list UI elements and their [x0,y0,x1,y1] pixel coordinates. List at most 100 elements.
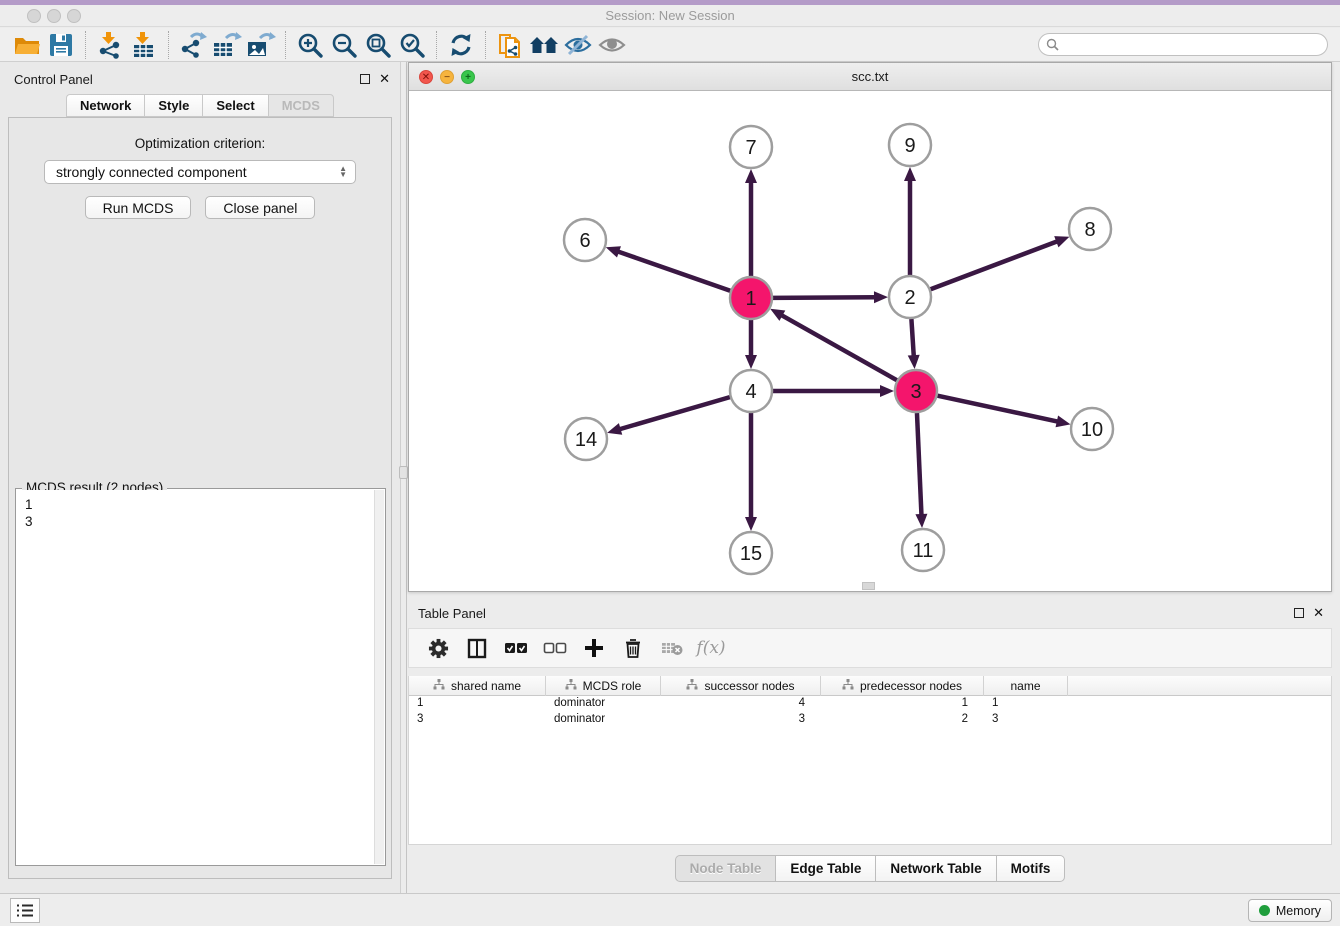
optimization-label: Optimization criterion: [9,136,391,151]
vertical-splitter[interactable] [400,62,407,893]
delete-column-icon[interactable] [621,636,645,660]
open-session-icon[interactable] [10,30,44,60]
tab-network[interactable]: Network [66,94,144,117]
hide-selection-icon[interactable] [561,30,595,60]
table-panel: Table Panel ✕ [408,600,1332,893]
tab-node-table[interactable]: Node Table [675,855,776,882]
edge-1-2[interactable] [773,297,876,298]
network-canvas[interactable]: 1234678910111415 [409,91,1331,591]
memory-button[interactable]: Memory [1248,899,1332,922]
save-session-icon[interactable] [44,30,78,60]
table-panel-title: Table Panel [418,606,486,621]
table-row[interactable]: 1dominator411 [409,696,1331,712]
show-all-icon[interactable] [595,30,629,60]
criterion-select[interactable]: strongly connected component ▲▼ [44,160,356,184]
column-header-shared-name[interactable]: shared name [409,676,546,696]
column-label: name [1010,679,1040,693]
column-header-successor-nodes[interactable]: successor nodes [661,676,821,696]
tab-motifs[interactable]: Motifs [996,855,1066,882]
arrowhead [874,291,888,303]
edge-2-3[interactable] [911,319,913,357]
node-label-6: 6 [579,230,590,252]
zoom-fit-icon[interactable] [361,30,395,60]
import-network-icon[interactable] [93,30,127,60]
copy-network-icon[interactable] [493,30,527,60]
float-panel-icon[interactable] [360,74,370,84]
node-label-1: 1 [745,288,756,310]
control-panel-tabs: NetworkStyleSelectMCDS [0,94,400,117]
result-scrollbar[interactable] [374,490,384,864]
select-all-columns-icon[interactable] [504,636,528,660]
first-neighbors-icon[interactable] [527,30,561,60]
edge-4-14[interactable] [619,397,730,429]
refresh-layout-icon[interactable] [444,30,478,60]
tab-mcds[interactable]: MCDS [268,94,334,117]
table-row[interactable]: 3dominator323 [409,712,1331,728]
unselect-all-columns-icon[interactable] [543,636,567,660]
cell-shared-name[interactable]: 1 [409,696,546,712]
cell-name[interactable]: 3 [984,712,1068,728]
node-label-3: 3 [910,381,921,403]
close-panel-icon[interactable]: ✕ [379,71,390,87]
app-titlebar: Session: New Session [0,5,1340,27]
cell-shared-name[interactable]: 3 [409,712,546,728]
delete-table-icon-disabled [660,636,684,660]
splitter-grip[interactable] [399,466,408,479]
task-history-button[interactable] [10,898,40,923]
cell-predecessor-nodes[interactable]: 2 [821,712,984,728]
mcds-result-group: MCDS result (2 nodes) 13 [15,488,386,866]
tab-edge-table[interactable]: Edge Table [775,855,875,882]
export-network-icon[interactable] [176,30,210,60]
canvas-scroll-grip[interactable] [862,582,875,590]
search-input[interactable] [1038,33,1328,56]
edge-3-1[interactable] [781,315,897,381]
table-settings-gear-icon[interactable] [426,636,450,660]
close-panel-button[interactable]: Close panel [205,196,315,219]
column-header-MCDS-role[interactable]: MCDS role [546,676,661,696]
edge-1-6[interactable] [617,251,730,291]
create-column-icon[interactable] [582,636,606,660]
toolbar-separator [485,31,486,59]
tab-select[interactable]: Select [202,94,267,117]
node-label-14: 14 [575,429,597,451]
sort-hierarchy-icon [686,679,698,693]
cell-name[interactable]: 1 [984,696,1068,712]
edge-3-10[interactable] [938,396,1059,422]
import-table-icon[interactable] [127,30,161,60]
node-label-10: 10 [1081,419,1103,441]
cell-MCDS-role[interactable]: dominator [546,696,661,712]
cell-successor-nodes[interactable]: 4 [661,696,821,712]
cell-MCDS-role[interactable]: dominator [546,712,661,728]
result-line: 1 [25,496,374,513]
column-label: predecessor nodes [860,679,962,693]
node-table: shared nameMCDS rolesuccessor nodes prede… [408,676,1332,845]
control-panel: Control Panel ✕ NetworkStyleSelectMCDS O… [0,62,400,893]
mcds-result-list[interactable]: 13 [17,490,374,864]
column-header-predecessor-nodes[interactable]: predecessor nodes [821,676,984,696]
main-area: Control Panel ✕ NetworkStyleSelectMCDS O… [0,62,1340,893]
cell-predecessor-nodes[interactable]: 1 [821,696,984,712]
edge-3-11[interactable] [917,413,922,516]
search-icon [1046,38,1059,56]
tab-network-table[interactable]: Network Table [875,855,995,882]
edge-2-8[interactable] [931,241,1059,289]
float-table-panel-icon[interactable] [1294,608,1304,618]
column-header-name[interactable]: name [984,676,1068,696]
show-column-panel-icon[interactable] [465,636,489,660]
export-image-icon[interactable] [244,30,278,60]
node-label-9: 9 [904,135,915,157]
zoom-in-icon[interactable] [293,30,327,60]
node-label-4: 4 [745,381,756,403]
close-table-panel-icon[interactable]: ✕ [1313,605,1324,621]
table-toolbar: f(x) [408,628,1332,668]
zoom-out-icon[interactable] [327,30,361,60]
cell-successor-nodes[interactable]: 3 [661,712,821,728]
network-window-titlebar[interactable]: ✕ − + scc.txt [409,63,1331,91]
function-builder-icon-disabled: f(x) [699,636,723,660]
run-mcds-button[interactable]: Run MCDS [85,196,192,219]
arrowhead [915,514,927,528]
zoom-selected-icon[interactable] [395,30,429,60]
export-table-icon[interactable] [210,30,244,60]
tab-style[interactable]: Style [144,94,202,117]
main-toolbar [0,28,1340,62]
